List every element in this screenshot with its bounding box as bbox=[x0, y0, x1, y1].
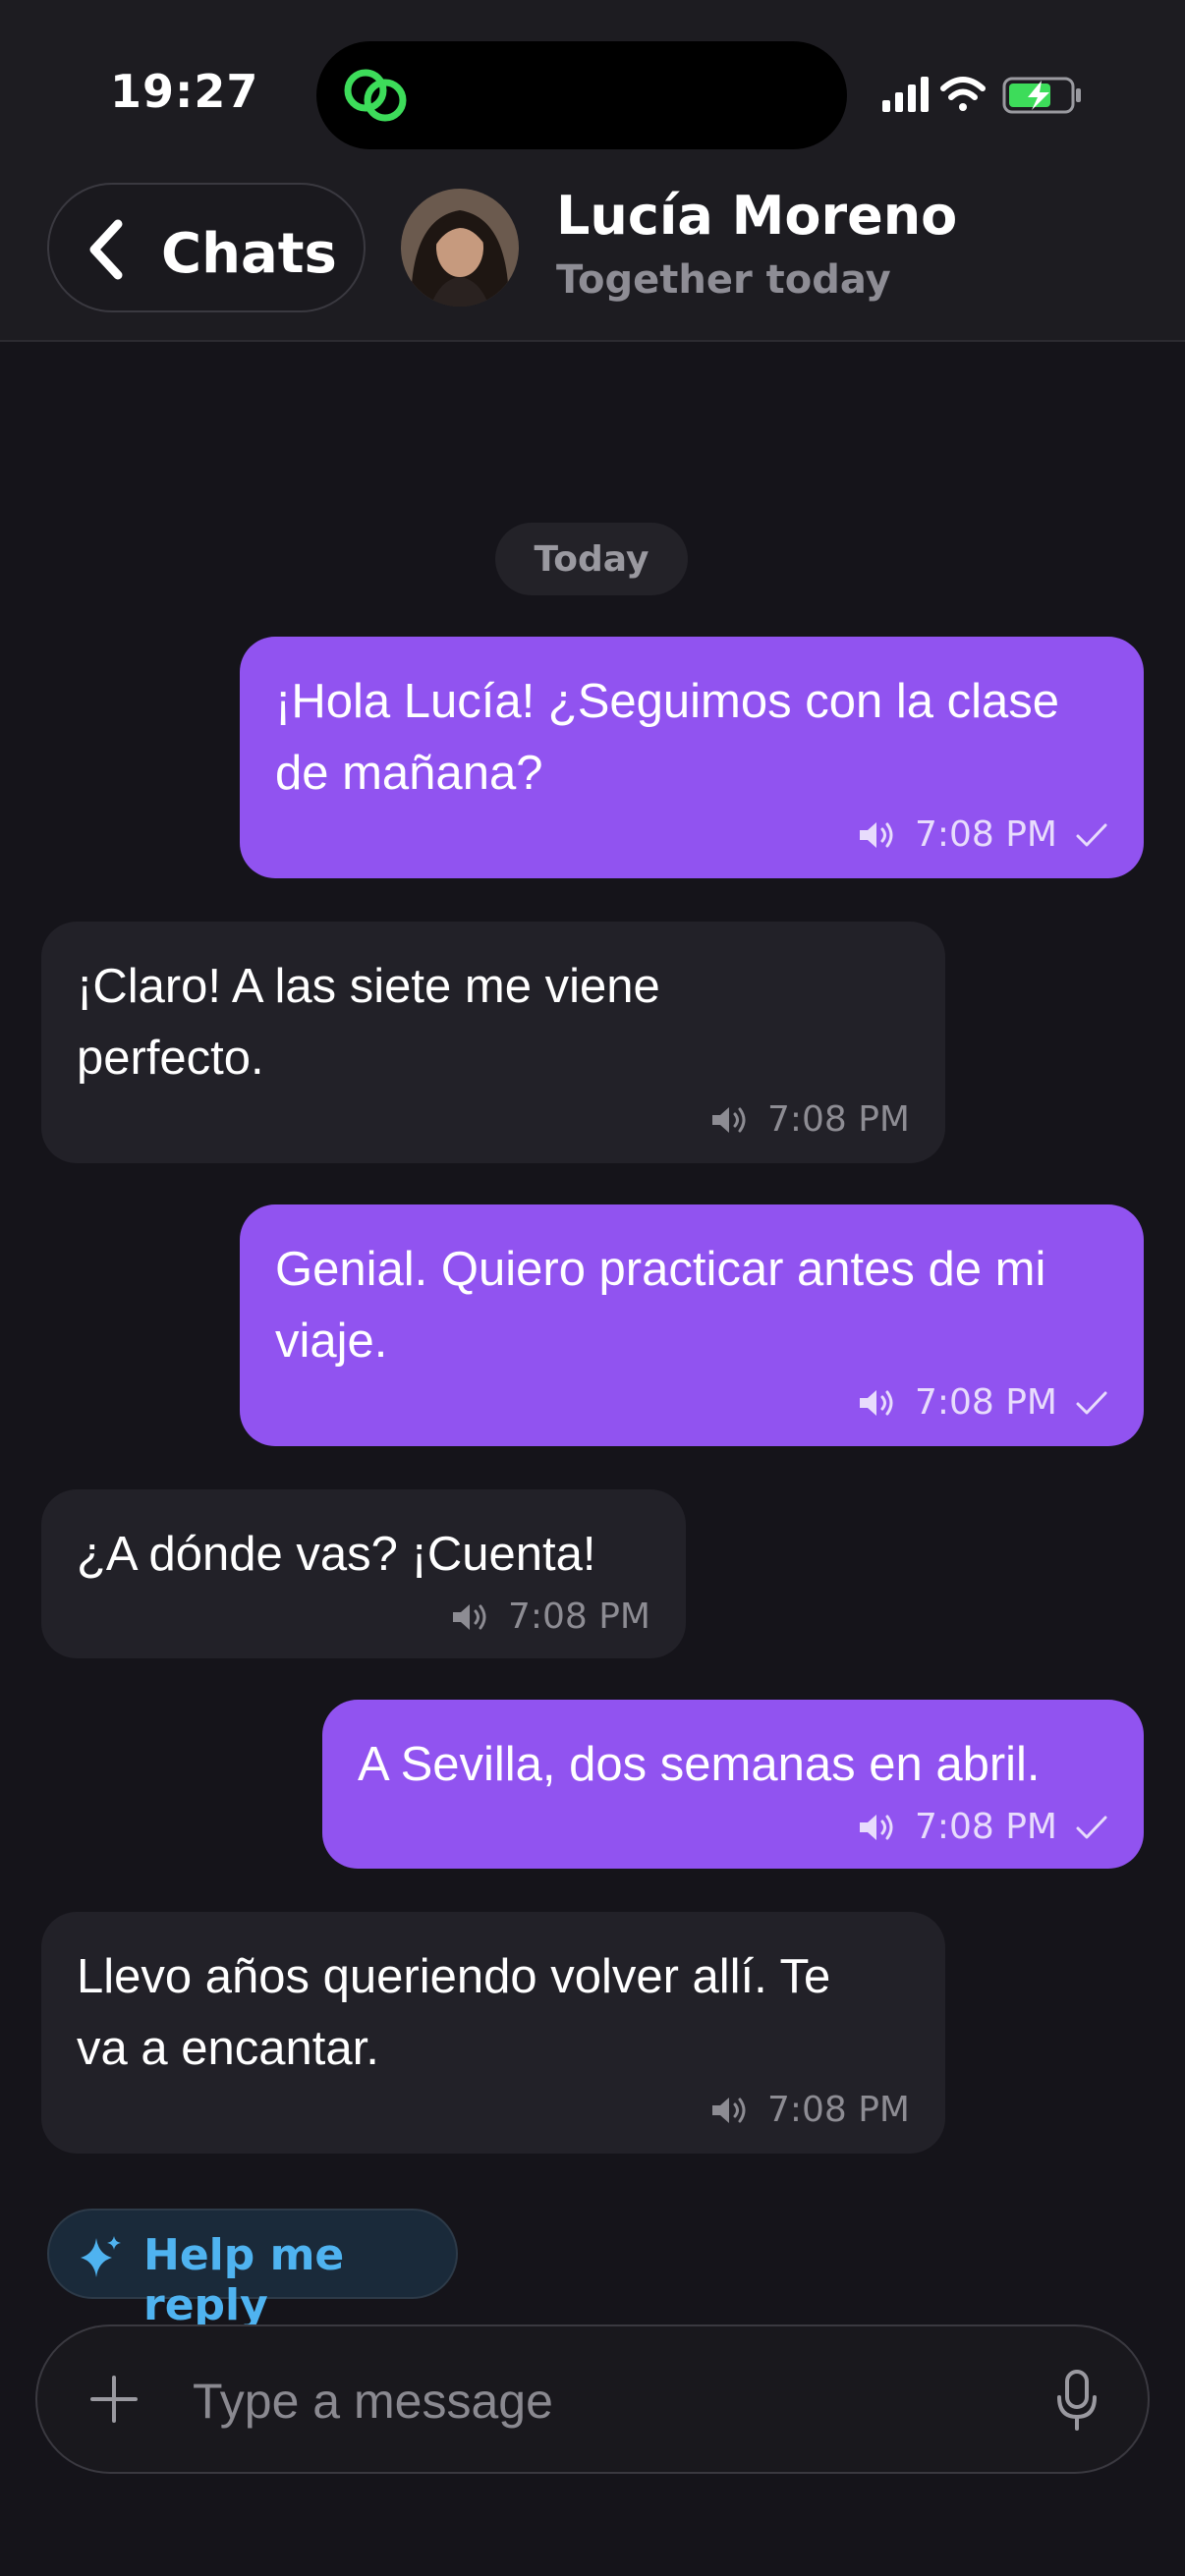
message-meta: 7:08 PM bbox=[451, 1596, 650, 1637]
message-text: Genial. Quiero practicar antes de mi via… bbox=[275, 1243, 1046, 1368]
speaker-icon[interactable] bbox=[710, 2095, 750, 2126]
contact-status: Together today bbox=[556, 257, 891, 303]
message-text: Llevo años queriendo volver allí. Te va … bbox=[77, 1950, 831, 2075]
sent-check-icon bbox=[1076, 823, 1107, 846]
dynamic-island bbox=[316, 41, 847, 149]
date-divider: Today bbox=[495, 523, 688, 595]
contact-name[interactable]: Lucía Moreno bbox=[556, 185, 957, 247]
status-time: 19:27 bbox=[110, 65, 259, 118]
cellular-signal-icon bbox=[882, 77, 929, 112]
message-bubble-incoming[interactable]: Llevo años queriendo volver allí. Te va … bbox=[41, 1912, 945, 2154]
message-time: 7:08 PM bbox=[914, 814, 1057, 855]
avatar-photo bbox=[401, 189, 519, 307]
message-bubble-outgoing[interactable]: ¡Hola Lucía! ¿Seguimos con la clase de m… bbox=[240, 637, 1144, 878]
message-text: ¡Claro! A las siete me viene perfecto. bbox=[77, 960, 660, 1085]
message-bubble-outgoing[interactable]: A Sevilla, dos semanas en abril. 7:08 PM bbox=[322, 1700, 1144, 1869]
message-text: A Sevilla, dos semanas en abril. bbox=[358, 1738, 1041, 1791]
message-composer bbox=[35, 2324, 1150, 2474]
message-time: 7:08 PM bbox=[914, 1807, 1057, 1847]
help-me-reply-label: Help me reply bbox=[143, 2230, 345, 2330]
message-time: 7:08 PM bbox=[766, 1099, 910, 1140]
message-bubble-incoming[interactable]: ¿A dónde vas? ¡Cuenta! 7:08 PM bbox=[41, 1489, 686, 1658]
message-bubble-incoming[interactable]: ¡Claro! A las siete me viene perfecto. 7… bbox=[41, 922, 945, 1163]
speaker-icon[interactable] bbox=[858, 1812, 897, 1843]
message-text: ¡Hola Lucía! ¿Seguimos con la clase de m… bbox=[275, 675, 1059, 800]
message-meta: 7:08 PM bbox=[710, 2090, 910, 2130]
message-meta: 7:08 PM bbox=[710, 1099, 910, 1140]
message-meta: 7:08 PM bbox=[858, 1807, 1108, 1847]
sent-check-icon bbox=[1076, 1816, 1107, 1838]
help-me-reply-button[interactable]: Help me reply bbox=[47, 2209, 458, 2330]
app-link-icon bbox=[344, 69, 407, 122]
message-time: 7:08 PM bbox=[507, 1596, 650, 1637]
message-time: 7:08 PM bbox=[914, 1382, 1057, 1423]
message-meta: 7:08 PM bbox=[858, 1382, 1108, 1423]
battery-charging-icon bbox=[1002, 77, 1081, 114]
speaker-icon[interactable] bbox=[710, 1104, 750, 1136]
sent-check-icon bbox=[1076, 1391, 1107, 1414]
plus-icon[interactable] bbox=[86, 2372, 141, 2427]
wifi-icon bbox=[940, 77, 986, 111]
back-button[interactable]: Chats bbox=[47, 183, 366, 312]
speaker-icon[interactable] bbox=[451, 1601, 490, 1633]
message-text: ¿A dónde vas? ¡Cuenta! bbox=[77, 1528, 596, 1581]
speaker-icon[interactable] bbox=[858, 819, 897, 851]
speaker-icon[interactable] bbox=[858, 1387, 897, 1419]
back-button-label: Chats bbox=[161, 222, 337, 286]
message-time: 7:08 PM bbox=[766, 2090, 910, 2130]
message-input[interactable] bbox=[193, 2372, 1028, 2431]
status-icons bbox=[882, 77, 1081, 114]
contact-avatar[interactable] bbox=[401, 189, 519, 307]
sparkle-icon bbox=[81, 2236, 121, 2277]
chevron-left-icon bbox=[89, 219, 123, 280]
message-bubble-outgoing[interactable]: Genial. Quiero practicar antes de mi via… bbox=[240, 1204, 1144, 1446]
microphone-icon[interactable] bbox=[1053, 2368, 1100, 2435]
message-meta: 7:08 PM bbox=[858, 814, 1108, 855]
